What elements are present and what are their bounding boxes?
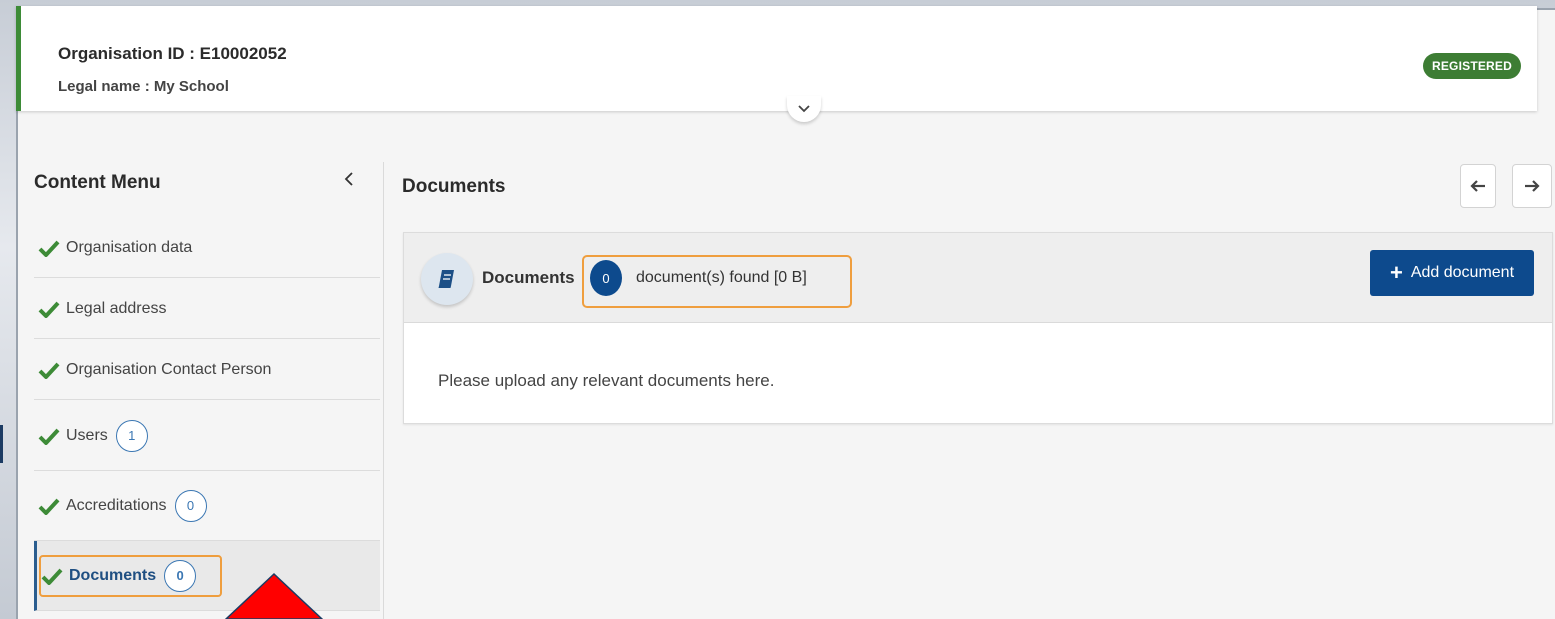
previous-button[interactable] <box>1460 164 1496 208</box>
sidebar-divider <box>383 162 384 619</box>
book-icon <box>438 270 454 288</box>
collapse-menu-button[interactable] <box>340 168 358 190</box>
sidebar-item-organisation-data[interactable]: Organisation data <box>34 218 380 278</box>
next-button[interactable] <box>1512 164 1552 208</box>
documents-avatar <box>421 253 473 305</box>
add-document-label: Add document <box>1410 264 1515 281</box>
arrow-left-icon <box>1470 180 1485 192</box>
organisation-header: Organisation ID : E10002052 Legal name :… <box>16 6 1537 111</box>
users-count-badge: 1 <box>115 419 148 452</box>
chevron-down-icon <box>798 105 810 113</box>
check-icon <box>38 498 60 515</box>
sidebar-item-label: Accreditations <box>66 496 167 514</box>
status-badge: REGISTERED <box>1422 53 1521 79</box>
documents-panel-title: Documents <box>482 268 575 287</box>
left-edge-mark <box>0 425 3 463</box>
annotation-arrow-icon <box>224 572 324 619</box>
plus-icon: + <box>1389 260 1403 285</box>
sidebar-item-documents[interactable]: Documents 0 <box>34 541 380 611</box>
check-icon <box>38 362 60 379</box>
empty-state-message: Please upload any relevant documents her… <box>438 371 775 390</box>
check-icon <box>38 301 60 318</box>
organisation-id: Organisation ID : E10002052 <box>58 44 287 63</box>
page-title: Documents <box>402 176 506 197</box>
accreditations-count-badge: 0 <box>174 489 207 522</box>
sidebar-item-label: Organisation Contact Person <box>66 360 272 378</box>
arrow-right-icon <box>1525 180 1540 192</box>
content-menu-title: Content Menu <box>34 172 161 193</box>
legal-name: Legal name : My School <box>58 78 229 95</box>
documents-count-badge: 0 <box>590 260 622 296</box>
sidebar-item-label: Legal address <box>66 299 167 317</box>
sidebar-item-legal-address[interactable]: Legal address <box>34 279 380 339</box>
sidebar-item-label: Users <box>66 426 108 444</box>
check-icon <box>38 428 60 445</box>
sidebar-item-organisation-contact-person[interactable]: Organisation Contact Person <box>34 340 380 400</box>
add-document-button[interactable]: + Add document <box>1370 250 1534 296</box>
documents-highlight-box <box>39 555 222 597</box>
content-menu: Content Menu Organisation data Legal add… <box>16 150 380 619</box>
sidebar-item-users[interactable]: Users 1 <box>34 401 380 471</box>
sidebar-item-accreditations[interactable]: Accreditations 0 <box>34 471 380 541</box>
chevron-left-icon <box>344 172 353 186</box>
check-icon <box>38 240 60 257</box>
documents-panel: Documents 0 document(s) found [0 B] + Ad… <box>403 232 1553 424</box>
documents-found-text: document(s) found [0 B] <box>636 269 807 286</box>
documents-panel-header: Documents 0 document(s) found [0 B] + Ad… <box>404 233 1552 323</box>
sidebar-item-label: Organisation data <box>66 238 193 256</box>
